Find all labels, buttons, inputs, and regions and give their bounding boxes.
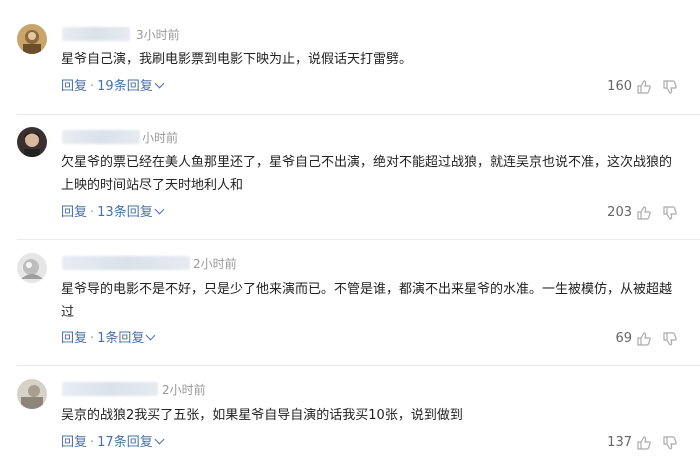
like-count: 203 xyxy=(607,205,632,220)
comment-time: 2小时前 xyxy=(193,257,237,271)
reply-count-link[interactable]: 13条回复 xyxy=(97,204,165,220)
reply-count: 13条回复 xyxy=(97,205,153,220)
chevron-down-icon xyxy=(154,78,165,89)
comment-text: 吴京的战狼2我买了五张，如果星爷自导自演的话我买10张，说到做到 xyxy=(61,408,463,423)
chevron-down-icon xyxy=(145,330,156,341)
comment-item: 2小时前 吴京的战狼2我买了五张，如果星爷自导自演的话我买10张，说到做到 回复… xyxy=(0,366,700,472)
reply-count: 1条回复 xyxy=(97,331,145,346)
username-blurred[interactable] xyxy=(62,382,158,396)
thumbs-up-icon[interactable] xyxy=(636,205,652,221)
comment-time: 小时前 xyxy=(142,131,179,145)
thumbs-down-icon[interactable] xyxy=(662,205,678,221)
reply-button[interactable]: 回复 xyxy=(61,79,87,94)
thumbs-up-icon[interactable] xyxy=(636,79,652,95)
avatar[interactable] xyxy=(17,24,47,54)
comment-item: 2小时前 星爷导的电影不是不好，只是少了他来演而已。不管是谁，都演不出来星爷的水… xyxy=(0,240,700,366)
like-count: 160 xyxy=(607,79,632,94)
like-area: 69 xyxy=(615,330,678,348)
thumbs-up-icon[interactable] xyxy=(636,435,652,451)
comment-list: 3小时前 星爷自己演，我刷电影票到电影下映为止，说假话天打雷劈。 回复 · 19条回… xyxy=(0,0,700,472)
comment-text: 欠星爷的票已经在美人鱼那里还了，星爷自己不出演，绝对不能超过战狼，就连吴京也说不… xyxy=(61,155,673,193)
comment-time: 2小时前 xyxy=(162,383,206,397)
avatar[interactable] xyxy=(17,253,47,283)
chevron-down-icon xyxy=(154,434,165,445)
reply-count: 19条回复 xyxy=(97,79,153,94)
reply-count-link[interactable]: 17条回复 xyxy=(97,434,165,450)
separator: · xyxy=(90,205,95,220)
thumbs-down-icon[interactable] xyxy=(662,331,678,347)
like-area: 203 xyxy=(607,204,678,222)
separator: · xyxy=(90,435,95,450)
comment-actions: 回复 · 17条回复 xyxy=(61,434,165,452)
avatar[interactable] xyxy=(17,379,47,409)
username-blurred[interactable] xyxy=(62,256,190,270)
separator: · xyxy=(90,331,95,346)
username-blurred[interactable] xyxy=(62,27,130,41)
comment-item: 小时前 欠星爷的票已经在美人鱼那里还了，星爷自己不出演，绝对不能超过战狼，就连吴… xyxy=(0,115,700,240)
thumbs-down-icon[interactable] xyxy=(662,435,678,451)
thumbs-up-icon[interactable] xyxy=(636,331,652,347)
reply-count-link[interactable]: 19条回复 xyxy=(97,78,165,94)
like-area: 160 xyxy=(607,78,678,96)
comment-time: 3小时前 xyxy=(136,28,180,42)
like-count: 69 xyxy=(615,331,632,346)
comment-text: 星爷自己演，我刷电影票到电影下映为止，说假话天打雷劈。 xyxy=(61,52,413,67)
reply-button[interactable]: 回复 xyxy=(61,205,87,220)
avatar[interactable] xyxy=(17,127,47,157)
reply-button[interactable]: 回复 xyxy=(61,331,87,346)
reply-button[interactable]: 回复 xyxy=(61,435,87,450)
comment-item: 3小时前 星爷自己演，我刷电影票到电影下映为止，说假话天打雷劈。 回复 · 19条回… xyxy=(0,0,700,115)
thumbs-down-icon[interactable] xyxy=(662,79,678,95)
comment-actions: 回复 · 1条回复 xyxy=(61,330,156,348)
like-area: 137 xyxy=(607,434,678,452)
reply-count: 17条回复 xyxy=(97,435,153,450)
chevron-down-icon xyxy=(154,204,165,215)
like-count: 137 xyxy=(607,435,632,450)
comment-text: 星爷导的电影不是不好，只是少了他来演而已。不管是谁，都演不出来星爷的水准。一生被… xyxy=(61,282,673,320)
separator: · xyxy=(90,79,95,94)
comment-actions: 回复 · 13条回复 xyxy=(61,204,165,222)
reply-count-link[interactable]: 1条回复 xyxy=(97,330,156,346)
comment-actions: 回复 · 19条回复 xyxy=(61,78,165,96)
username-blurred[interactable] xyxy=(62,130,140,144)
